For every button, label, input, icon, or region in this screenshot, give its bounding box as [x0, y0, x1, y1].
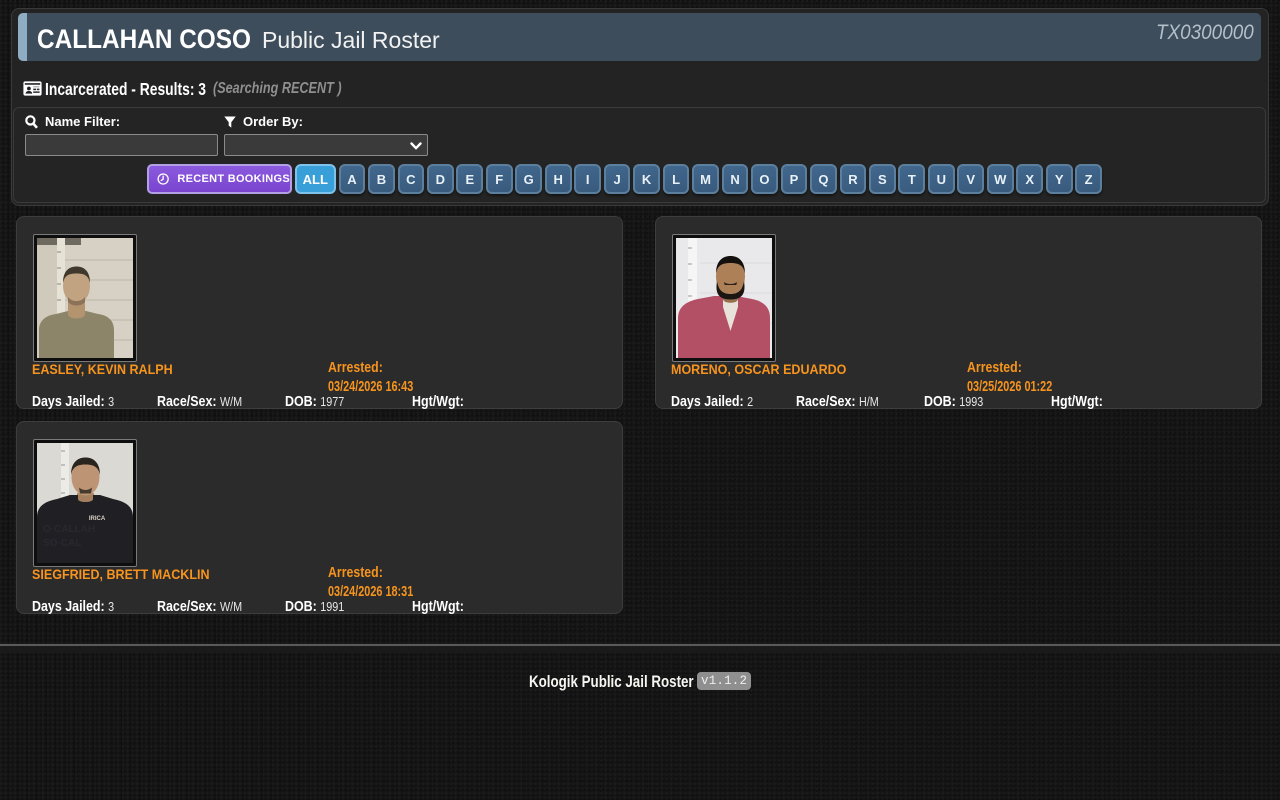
svg-text:O·CALLAH: O·CALLAH	[43, 524, 95, 535]
svg-text:IRICA: IRICA	[89, 516, 106, 522]
svg-text:SO·CAL: SO·CAL	[43, 538, 81, 549]
